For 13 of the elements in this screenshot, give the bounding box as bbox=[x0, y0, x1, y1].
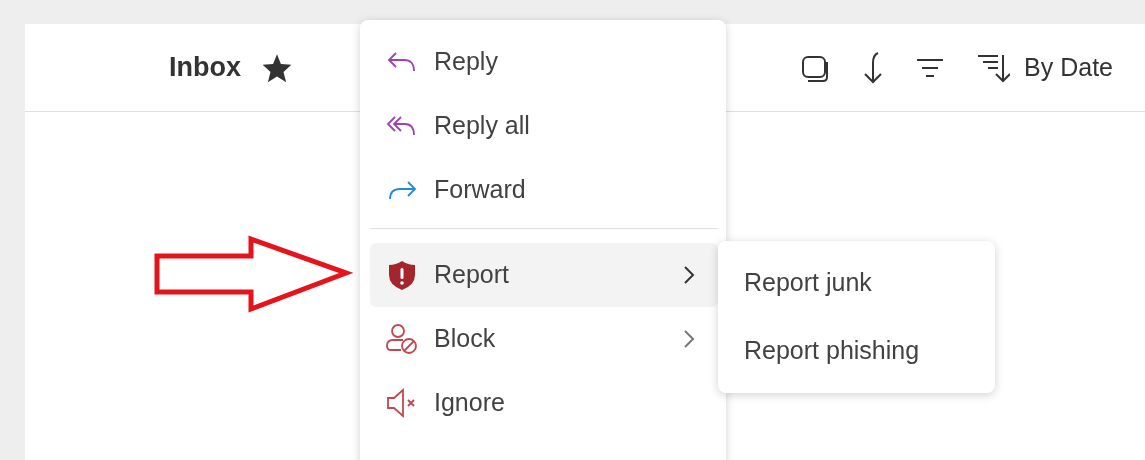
chevron-right-icon bbox=[682, 265, 696, 285]
shield-alert-icon bbox=[387, 259, 417, 291]
submenu-item[interactable]: Report junk bbox=[718, 249, 995, 317]
reply-icon bbox=[386, 50, 418, 74]
sort-by-date-button[interactable]: By Date bbox=[1024, 48, 1113, 87]
folder-title: Inbox bbox=[169, 51, 241, 85]
reply-all-icon bbox=[386, 114, 418, 138]
menu-item[interactable]: Report bbox=[370, 243, 718, 307]
arrow-down-icon[interactable] bbox=[862, 50, 885, 85]
submenu-item[interactable]: Report phishing bbox=[718, 317, 995, 385]
block-person-icon bbox=[385, 323, 419, 355]
chevron-right-icon bbox=[682, 329, 696, 349]
forward-icon bbox=[386, 178, 418, 202]
